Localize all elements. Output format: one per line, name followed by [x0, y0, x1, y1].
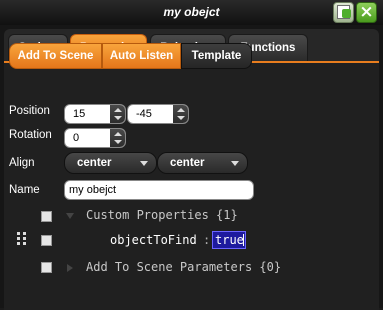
name-label: Name	[9, 184, 40, 196]
template-toggle[interactable]: Template	[181, 43, 252, 69]
align-vertical-value: center	[170, 157, 205, 169]
expand-down-icon[interactable]	[66, 213, 74, 219]
expand-right-icon[interactable]	[67, 264, 73, 272]
position-x-stepper[interactable]	[110, 105, 125, 123]
position-x-value: 15	[73, 108, 86, 120]
position-y-value: -45	[136, 108, 152, 120]
rotation-input[interactable]: 0	[64, 128, 126, 148]
property-key: objectToFind	[110, 233, 197, 247]
title-bar: my obejct ×	[0, 0, 383, 26]
property-checkbox[interactable]	[41, 235, 52, 246]
add-to-scene-params-label: Add To Scene Parameters {0}	[86, 260, 282, 274]
name-value: my obejct	[69, 184, 117, 196]
rotation-stepper[interactable]	[110, 129, 125, 147]
align-label: Align	[9, 157, 35, 169]
align-horizontal-value: center	[77, 157, 112, 169]
property-separator: :	[203, 233, 211, 247]
property-value: true	[215, 233, 244, 247]
add-to-scene-toggle[interactable]: Add To Scene	[9, 43, 102, 69]
close-icon: ×	[359, 2, 374, 22]
property-value-input[interactable]: true	[212, 231, 246, 249]
align-horizontal-select[interactable]: center	[64, 152, 157, 174]
custom-properties-checkbox[interactable]	[41, 211, 52, 222]
align-vertical-select[interactable]: center	[157, 152, 248, 174]
position-x-input[interactable]: 15	[64, 104, 126, 124]
drag-handle-icon[interactable]	[17, 232, 27, 246]
add-to-scene-params-checkbox[interactable]	[41, 262, 52, 273]
close-button[interactable]: ×	[356, 2, 377, 23]
chevron-down-icon	[140, 161, 148, 166]
window-title: my obejct	[163, 5, 220, 19]
name-field[interactable]: my obejct	[64, 180, 254, 200]
custom-properties-label: Custom Properties {1}	[86, 208, 238, 222]
chevron-down-icon	[231, 161, 239, 166]
auto-listen-toggle[interactable]: Auto Listen	[102, 43, 181, 69]
rotation-value: 0	[73, 132, 80, 144]
rotation-label: Rotation	[9, 129, 52, 141]
edit-icon[interactable]	[333, 2, 354, 23]
position-y-input[interactable]: -45	[127, 104, 189, 124]
position-y-stepper[interactable]	[173, 105, 188, 123]
position-label: Position	[9, 105, 50, 117]
